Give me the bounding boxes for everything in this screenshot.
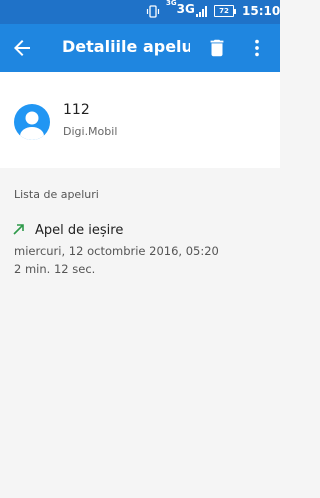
battery-icon: 72 (214, 5, 236, 17)
vibrate-icon (146, 5, 160, 18)
back-arrow-icon[interactable] (10, 36, 34, 60)
call-date: miercuri, 12 octombrie 2016, 05:20 (14, 244, 219, 258)
network-type-icon: 3G3G (166, 0, 195, 16)
outgoing-call-icon (13, 224, 24, 235)
contact-number: 112 (63, 102, 90, 118)
app-bar: Detaliile apelu... (0, 24, 280, 72)
call-list-item: Apel de ieșire miercuri, 12 octombrie 20… (0, 212, 280, 284)
more-options-icon[interactable] (246, 36, 268, 60)
contact-carrier: Digi.Mobil (63, 125, 118, 138)
contact-card[interactable]: 112 Digi.Mobil (0, 72, 280, 168)
call-type-label: Apel de ieșire (35, 223, 124, 238)
page-title: Detaliile apelu... (62, 37, 190, 56)
signal-strength-icon (196, 6, 207, 17)
contact-avatar-icon (14, 104, 50, 140)
call-duration: 2 min. 12 sec. (14, 262, 96, 276)
call-list-header: Lista de apeluri (14, 188, 99, 201)
trash-icon[interactable] (206, 36, 228, 60)
status-clock: 15:10 (242, 4, 281, 18)
status-bar: 3G3G 72 15:10 (0, 0, 280, 24)
